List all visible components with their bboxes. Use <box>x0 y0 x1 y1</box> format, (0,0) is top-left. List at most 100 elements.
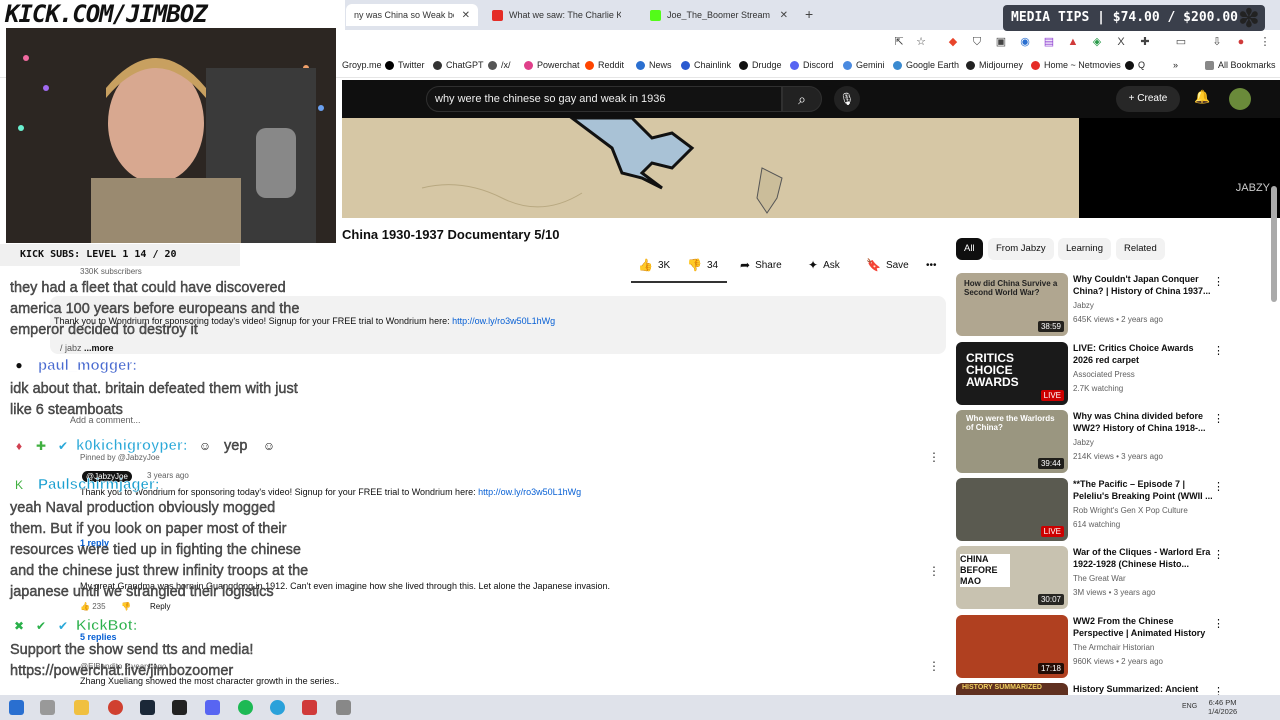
app-icon[interactable] <box>302 700 317 715</box>
video-thumbnail[interactable]: Who were the Warlords of China? 39:44 <box>956 410 1068 473</box>
bookmark-item[interactable]: Discord <box>790 60 834 70</box>
video-title[interactable]: WW2 From the Chinese Perspective | Anima… <box>1073 615 1213 639</box>
recommendation-item[interactable]: 17:18 WW2 From the Chinese Perspective |… <box>956 615 1256 679</box>
more-bookmarks-icon[interactable]: » <box>1173 60 1178 70</box>
bookmark-item[interactable]: Drudge <box>739 60 782 70</box>
recommendation-item[interactable]: LIVE **The Pacific – Episode 7 | Peleliu… <box>956 478 1256 542</box>
cast-icon[interactable]: ⇱ <box>892 35 906 49</box>
video-menu-icon[interactable]: ⋮ <box>1213 275 1224 288</box>
comment-like-button[interactable]: 👍 235 <box>80 602 106 611</box>
bookmark-item[interactable]: Home ~ Netmovies <box>1031 60 1121 70</box>
bookmark-item[interactable]: /x/ <box>488 60 511 70</box>
more-actions-icon[interactable]: ••• <box>926 253 937 277</box>
app-icon[interactable] <box>336 700 351 715</box>
save-button[interactable]: 🔖 Save <box>866 253 909 277</box>
recommendation-item[interactable]: CRITICS CHOICE AWARDS LIVE LIVE: Critics… <box>956 342 1256 406</box>
recommendation-item[interactable]: Who were the Warlords of China? 39:44 Wh… <box>956 410 1256 474</box>
search-button[interactable]: ⌕ <box>782 86 822 112</box>
bookmark-item[interactable]: Google Earth <box>893 60 959 70</box>
bookmark-item[interactable]: ChatGPT <box>433 60 484 70</box>
scrollbar-thumb[interactable] <box>1271 186 1277 302</box>
video-thumbnail[interactable]: CHINA BEFORE MAO 30:07 <box>956 546 1068 609</box>
extension-icon[interactable]: ▲ <box>1066 35 1080 49</box>
all-bookmarks[interactable]: All Bookmarks <box>1205 60 1276 70</box>
tab-china-video[interactable]: ny was China so Weak before ✕ <box>346 4 478 26</box>
recommendation-item[interactable]: CHINA BEFORE MAO 30:07 War of the Clique… <box>956 546 1256 610</box>
x-extension-icon[interactable]: X <box>1114 35 1128 49</box>
channel-name[interactable]: Rob Wright's Gen X Pop Culture <box>1073 506 1188 515</box>
video-title[interactable]: Why Couldn't Japan Conquer China? | Hist… <box>1073 273 1213 297</box>
extension-shield-icon[interactable]: ⛉ <box>970 35 984 49</box>
video-title[interactable]: Why was China divided before WW2? Histor… <box>1073 410 1213 434</box>
video-thumbnail[interactable]: 17:18 <box>956 615 1068 678</box>
extension-icon[interactable]: ▣ <box>994 35 1008 49</box>
ask-button[interactable]: ✦ Ask <box>808 253 840 277</box>
bookmark-star-icon[interactable]: ☆ <box>914 35 928 49</box>
extension-icon[interactable]: ▤ <box>1042 35 1056 49</box>
video-menu-icon[interactable]: ⋮ <box>1213 548 1224 561</box>
bookmark-item[interactable]: Chainlink <box>681 60 731 70</box>
bookmark-item[interactable]: Midjourney <box>966 60 1023 70</box>
more-button[interactable]: ...more <box>84 343 114 353</box>
chip-related[interactable]: Related <box>1116 238 1165 260</box>
chip-learning[interactable]: Learning <box>1058 238 1111 260</box>
video-title[interactable]: History Summarized: Ancient <box>1073 683 1213 695</box>
video-title[interactable]: War of the Cliques - Warlord Era 1922-19… <box>1073 546 1213 570</box>
bookmark-item[interactable]: Reddit <box>585 60 624 70</box>
create-button[interactable]: + Create <box>1116 86 1180 112</box>
menu-dots-icon[interactable]: ⋮ <box>1258 35 1272 49</box>
chip-from-jabzy[interactable]: From Jabzy <box>988 238 1054 260</box>
comment-menu-icon[interactable]: ⋮ <box>928 564 940 578</box>
mic-icon[interactable]: 🎙 <box>834 86 860 112</box>
new-tab-icon[interactable]: + <box>805 6 813 22</box>
channel-name[interactable]: The Armchair Historian <box>1073 643 1154 652</box>
telegram-icon[interactable] <box>270 700 285 715</box>
chrome-icon[interactable] <box>108 700 123 715</box>
language-indicator[interactable]: ENG <box>1182 703 1197 710</box>
video-thumbnail[interactable]: How did China Survive a Second World War… <box>956 273 1068 336</box>
video-menu-icon[interactable]: ⋮ <box>1213 480 1224 493</box>
jabzy-link[interactable]: / jabz <box>60 343 82 353</box>
bookmark-item[interactable]: Gemini <box>843 60 885 70</box>
video-player[interactable]: JABZY <box>342 116 1280 218</box>
tab-charlie-kirk[interactable]: What we saw: The Charlie Kirk s <box>484 4 634 26</box>
close-tab-icon[interactable]: ✕ <box>462 10 470 21</box>
reply-button[interactable]: Reply <box>150 602 170 611</box>
comment-dislike-icon[interactable]: 👎 <box>121 602 131 611</box>
steam-icon[interactable] <box>140 700 155 715</box>
system-clock[interactable]: 6:46 PM 1/4/2026 <box>1208 698 1237 716</box>
comment-menu-icon[interactable]: ⋮ <box>928 450 940 464</box>
channel-name[interactable]: Associated Press <box>1073 370 1135 379</box>
avatar[interactable] <box>1229 88 1251 110</box>
task-view-icon[interactable] <box>40 700 55 715</box>
channel-name[interactable]: Jabzy <box>1073 438 1094 447</box>
share-button[interactable]: ➦ Share <box>740 253 782 277</box>
tab-joe-boomer[interactable]: Joe_The_Boomer Stream - Wat ✕ <box>642 4 796 26</box>
bookmark-item[interactable]: Q <box>1125 60 1145 70</box>
downloads-icon[interactable]: ⇩ <box>1210 35 1224 49</box>
video-thumbnail[interactable]: LIVE <box>956 478 1068 541</box>
video-thumbnail[interactable]: CRITICS CHOICE AWARDS LIVE <box>956 342 1068 405</box>
comment-menu-icon[interactable]: ⋮ <box>928 659 940 673</box>
comment-link[interactable]: http://ow.ly/ro3w50L1hWg <box>478 487 581 497</box>
video-menu-icon[interactable]: ⋮ <box>1213 412 1224 425</box>
video-menu-icon[interactable]: ⋮ <box>1213 344 1224 357</box>
search-input[interactable]: why were the chinese so gay and weak in … <box>426 86 782 112</box>
video-title[interactable]: **The Pacific – Episode 7 | Peleliu's Br… <box>1073 478 1213 502</box>
description-more[interactable]: / jabz ...more <box>60 343 114 353</box>
channel-name[interactable]: The Great War <box>1073 574 1126 583</box>
file-explorer-icon[interactable] <box>74 700 89 715</box>
start-icon[interactable] <box>9 700 24 715</box>
extension-icon[interactable]: ◉ <box>1018 35 1032 49</box>
profile-icon[interactable]: ● <box>1234 35 1248 49</box>
close-tab-icon[interactable]: ✕ <box>780 10 788 21</box>
bookmark-item[interactable]: Twitter <box>385 60 425 70</box>
extension-icon[interactable]: ◈ <box>1090 35 1104 49</box>
channel-name[interactable]: Jabzy <box>1073 301 1094 310</box>
spotify-icon[interactable] <box>238 700 253 715</box>
sponsor-link[interactable]: http://ow.ly/ro3w50L1hWg <box>452 316 555 326</box>
like-button[interactable]: 👍 3K <box>638 253 670 277</box>
video-menu-icon[interactable]: ⋮ <box>1213 617 1224 630</box>
recommendation-item[interactable]: How did China Survive a Second World War… <box>956 273 1256 337</box>
terminal-icon[interactable] <box>172 700 187 715</box>
